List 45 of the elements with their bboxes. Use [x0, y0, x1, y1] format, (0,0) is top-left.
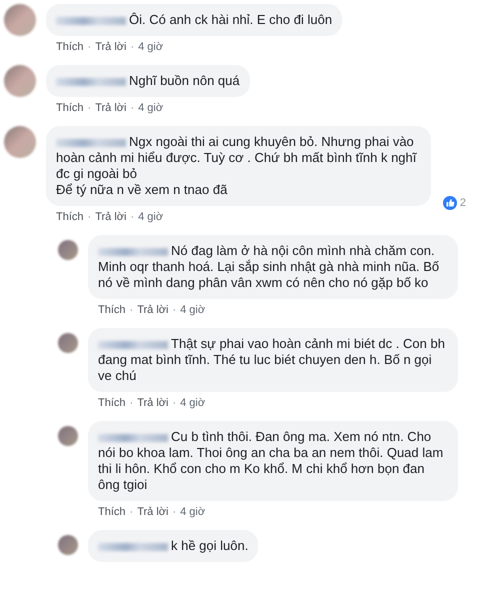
- like-link[interactable]: Thích: [56, 211, 84, 223]
- separator-dot: ·: [130, 102, 134, 114]
- comment-text: Cu b tình thôi. Đan ông ma. Xem nó ntn. Cho nói bo khoa lam. Thoi ông an cha ba an nem thôi. Quad lam thi li hôn. Khổ con cho m Ko khổ. M chi khổ hơn bọn đan ông tgioi: [98, 429, 444, 493]
- comment-text: Ngx ngoài thi ai cung khuyên bỏ. Nhưng phai vào hoàn cảnh mi hiểu được. Tuỳ cơ . Chứ bh mất bình tĩnh k nghĩ đc gi ngoài bỏ Để tý nữa n về xem n tnao đã: [56, 134, 418, 198]
- comment-time: 4 giờ: [138, 211, 164, 223]
- separator-dot: ·: [130, 304, 134, 316]
- separator-dot: ·: [130, 397, 134, 409]
- like-link[interactable]: Thích: [98, 397, 126, 409]
- comment-text: Thật sự phai vao hoàn cảnh mi biét dc . Con bh đang mat bình tĩnh. Thé tu luc biét chuyen den h. Bố n gọi ve chú: [98, 336, 446, 384]
- separator-dot: ·: [88, 102, 92, 114]
- separator-dot: ·: [88, 211, 92, 223]
- separator-dot: ·: [130, 506, 134, 518]
- like-link[interactable]: Thích: [56, 102, 84, 114]
- comment-time: 4 giờ: [138, 102, 164, 114]
- comment-time: 4 giờ: [138, 41, 164, 53]
- separator-dot: ·: [172, 397, 176, 409]
- reply-link[interactable]: Trả lời: [137, 506, 168, 518]
- avatar[interactable]: [4, 126, 36, 158]
- reply-link[interactable]: Trả lời: [95, 102, 126, 114]
- comment-time: 4 giờ: [180, 397, 206, 409]
- avatar[interactable]: [58, 333, 78, 353]
- like-link[interactable]: Thích: [56, 41, 84, 53]
- avatar[interactable]: [58, 240, 78, 260]
- separator-dot: ·: [172, 304, 176, 316]
- reply-link[interactable]: Trả lời: [137, 304, 168, 316]
- avatar[interactable]: [58, 426, 78, 446]
- separator-dot: ·: [172, 506, 176, 518]
- avatar[interactable]: [58, 535, 78, 555]
- reply-link[interactable]: Trả lời: [95, 211, 126, 223]
- comment-time: 4 giờ: [180, 304, 206, 316]
- comment-time: 4 giờ: [180, 506, 206, 518]
- like-link[interactable]: Thích: [98, 304, 126, 316]
- thumbs-up-icon: [442, 196, 457, 210]
- reply-link[interactable]: Trả lời: [95, 41, 126, 53]
- comment-text: Nó đag làm ở hà nội côn mình nhà chăm con. Minh oqr thanh hoá. Lại sắp sinh nhật gà nhà minh nũa. Bố nó về mình dang phân vân xwm có nên cho nó gặp bố ko: [98, 243, 440, 291]
- separator-dot: ·: [130, 211, 134, 223]
- separator-dot: ·: [130, 41, 134, 53]
- avatar[interactable]: [4, 4, 36, 36]
- avatar[interactable]: [4, 65, 36, 97]
- like-link[interactable]: Thích: [98, 506, 126, 518]
- comment-text: Ôi. Có anh ck hài nhỉ. E cho đi luôn: [56, 12, 332, 28]
- comment-text: k hề gọi luôn.: [98, 538, 248, 554]
- reply-link[interactable]: Trả lời: [137, 397, 168, 409]
- separator-dot: ·: [88, 41, 92, 53]
- comment-text: Nghĩ buồn nôn quá: [56, 73, 240, 89]
